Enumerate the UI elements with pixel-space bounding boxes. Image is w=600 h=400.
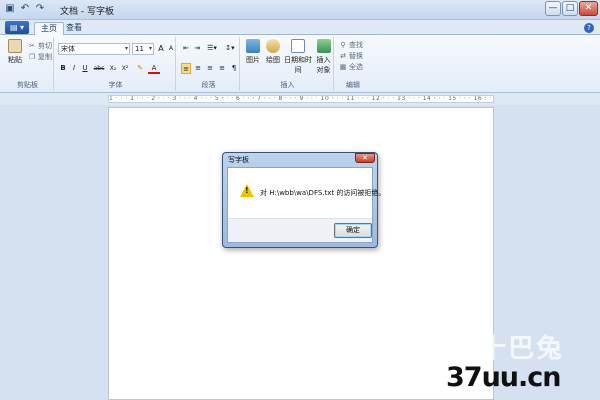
find-button[interactable]: ⚲ 查找 [339,40,363,50]
font-family-value: 宋体 [61,45,75,53]
select-all-icon: ▦ [339,63,347,71]
warning-exclamation: ! [245,186,249,195]
ribbon: 粘贴 ✂ 剪切 ❐ 复制 剪贴板 宋体 ▾ 11 ▾ A A B I U abc… [0,35,600,93]
align-center-icon[interactable]: ≡ [193,63,203,74]
save-icon[interactable]: ▣ [4,3,16,15]
object-label-1: 插入 [316,56,331,64]
tab-view[interactable]: 查看 [60,22,88,35]
window-title: 文档 - 写字板 [60,7,114,17]
insert-group-label: 插入 [280,81,295,89]
minimize-button[interactable]: — [545,1,561,16]
paragraph-icon[interactable]: ¶ [229,63,239,74]
font-group: 宋体 ▾ 11 ▾ A A B I U abc X₂ X² ✎ A 字体 [56,37,176,91]
bold-button[interactable]: B [58,63,68,74]
editing-group-label: 编辑 [346,81,360,89]
dialog-footer: 确定 [228,218,372,242]
grow-font-button[interactable]: A [156,43,166,54]
font-family-combo[interactable]: 宋体 ▾ [58,43,130,55]
app-menu-button[interactable]: ▤ ▾ [5,21,29,34]
font-size-combo[interactable]: 11 ▾ [132,43,154,55]
help-icon[interactable]: ? [584,23,594,33]
cut-button[interactable]: ✂ 剪切 [28,41,52,51]
select-all-button[interactable]: ▦ 全选 [339,62,363,72]
replace-label: 替换 [349,52,363,60]
calendar-icon [291,39,305,53]
justify-icon[interactable]: ≡ [217,63,227,74]
replace-icon: ⇄ [340,52,346,60]
scissors-icon: ✂ [29,42,35,50]
clipboard-group-label: 剪贴板 [17,81,38,89]
datetime-button[interactable]: 日期和时间 [283,39,313,75]
picture-icon [246,39,260,53]
ribbon-tabs: ▤ ▾ 主页 查看 ? [0,20,600,35]
paste-label: 粘贴 [8,56,22,64]
font-color-button[interactable]: A [148,63,160,74]
title-bar: ▣ ↶ ↷ 文档 - 写字板 — □ ✕ [0,0,600,20]
insert-group: 图片 绘图 日期和时间 插入 对象 插入 [242,37,334,91]
copy-label: 复制 [38,53,52,61]
watermark-logo: 37uu.cn [446,362,561,393]
paint-label: 绘图 [266,56,280,64]
redo-icon[interactable]: ↷ [34,3,46,15]
ok-button[interactable]: 确定 [334,223,372,238]
paste-button[interactable]: 粘贴 [5,39,25,65]
chevron-down-icon: ▾ [148,45,152,52]
copy-icon: ❐ [28,53,36,61]
dialog-close-button[interactable]: ✕ [355,153,375,163]
decrease-indent-icon[interactable]: ⇤ [181,43,191,54]
object-label-2: 对象 [316,66,331,74]
clipboard-group: 粘贴 ✂ 剪切 ❐ 复制 剪贴板 [2,37,54,91]
dialog-body: ! 对 H:\wbb\wa\DFS.txt 的访问被拒绝。 确定 [227,167,385,243]
paint-icon [266,39,280,53]
watermark-faint: 十巴兔 [480,334,565,364]
binoculars-icon: ⚲ [340,41,346,49]
font-group-label: 字体 [108,81,123,89]
align-left-icon[interactable]: ≡ [181,63,191,74]
insert-object-button[interactable]: 插入 对象 [315,39,332,75]
cut-label: 剪切 [38,42,52,50]
subscript-button[interactable]: X₂ [107,63,119,74]
quick-access-toolbar: ▣ ↶ ↷ [4,3,46,15]
select-all-label: 全选 [349,63,363,71]
font-size-value: 11 [135,45,144,53]
chevron-down-icon: ▾ [124,45,128,52]
picture-button[interactable]: 图片 [244,39,262,65]
bullet-list-icon[interactable]: ☰▾ [205,43,219,54]
maximize-button[interactable]: □ [562,1,578,16]
paragraph-group: ⇤ ⇥ ☰▾ ↕▾ ≡ ≡ ≡ ≡ ¶ 段落 [178,37,240,91]
error-dialog: 写字板 ✕ ! 对 H:\wbb\wa\DFS.txt 的访问被拒绝。 确定 [222,152,385,248]
close-button[interactable]: ✕ [579,1,598,16]
undo-icon[interactable]: ↶ [19,3,31,15]
copy-button[interactable]: ❐ 复制 [28,52,52,62]
italic-button[interactable]: I [69,63,79,74]
picture-label: 图片 [246,56,260,64]
highlight-button[interactable]: ✎ [134,63,146,74]
increase-indent-icon[interactable]: ⇥ [192,43,202,54]
strikethrough-button[interactable]: abc [92,63,106,74]
paste-icon [8,39,22,53]
editing-group: ⚲ 查找 ⇄ 替换 ▦ 全选 编辑 [336,37,370,91]
align-right-icon[interactable]: ≡ [205,63,215,74]
underline-button[interactable]: U [80,63,90,74]
object-icon [316,39,331,53]
dialog-title: 写字板 [228,156,249,164]
ruler: 1 · ⋅ · 1 · ⋅ · 2 · ⋅ · 3 · ⋅ · 4 · ⋅ · … [0,93,600,105]
ruler-scale[interactable]: 1 · ⋅ · 1 · ⋅ · 2 · ⋅ · 3 · ⋅ · 4 · ⋅ · … [108,95,494,103]
replace-button[interactable]: ⇄ 替换 [339,51,363,61]
document-page[interactable] [108,107,494,400]
find-label: 查找 [349,41,363,49]
datetime-label: 日期和时间 [284,56,312,74]
paragraph-group-label: 段落 [201,81,216,89]
shrink-font-button[interactable]: A [166,43,176,54]
superscript-button[interactable]: X² [119,63,131,74]
dialog-message: 对 H:\wbb\wa\DFS.txt 的访问被拒绝。 [260,189,386,197]
paint-button[interactable]: 绘图 [264,39,282,65]
line-spacing-icon[interactable]: ↕▾ [223,43,237,54]
